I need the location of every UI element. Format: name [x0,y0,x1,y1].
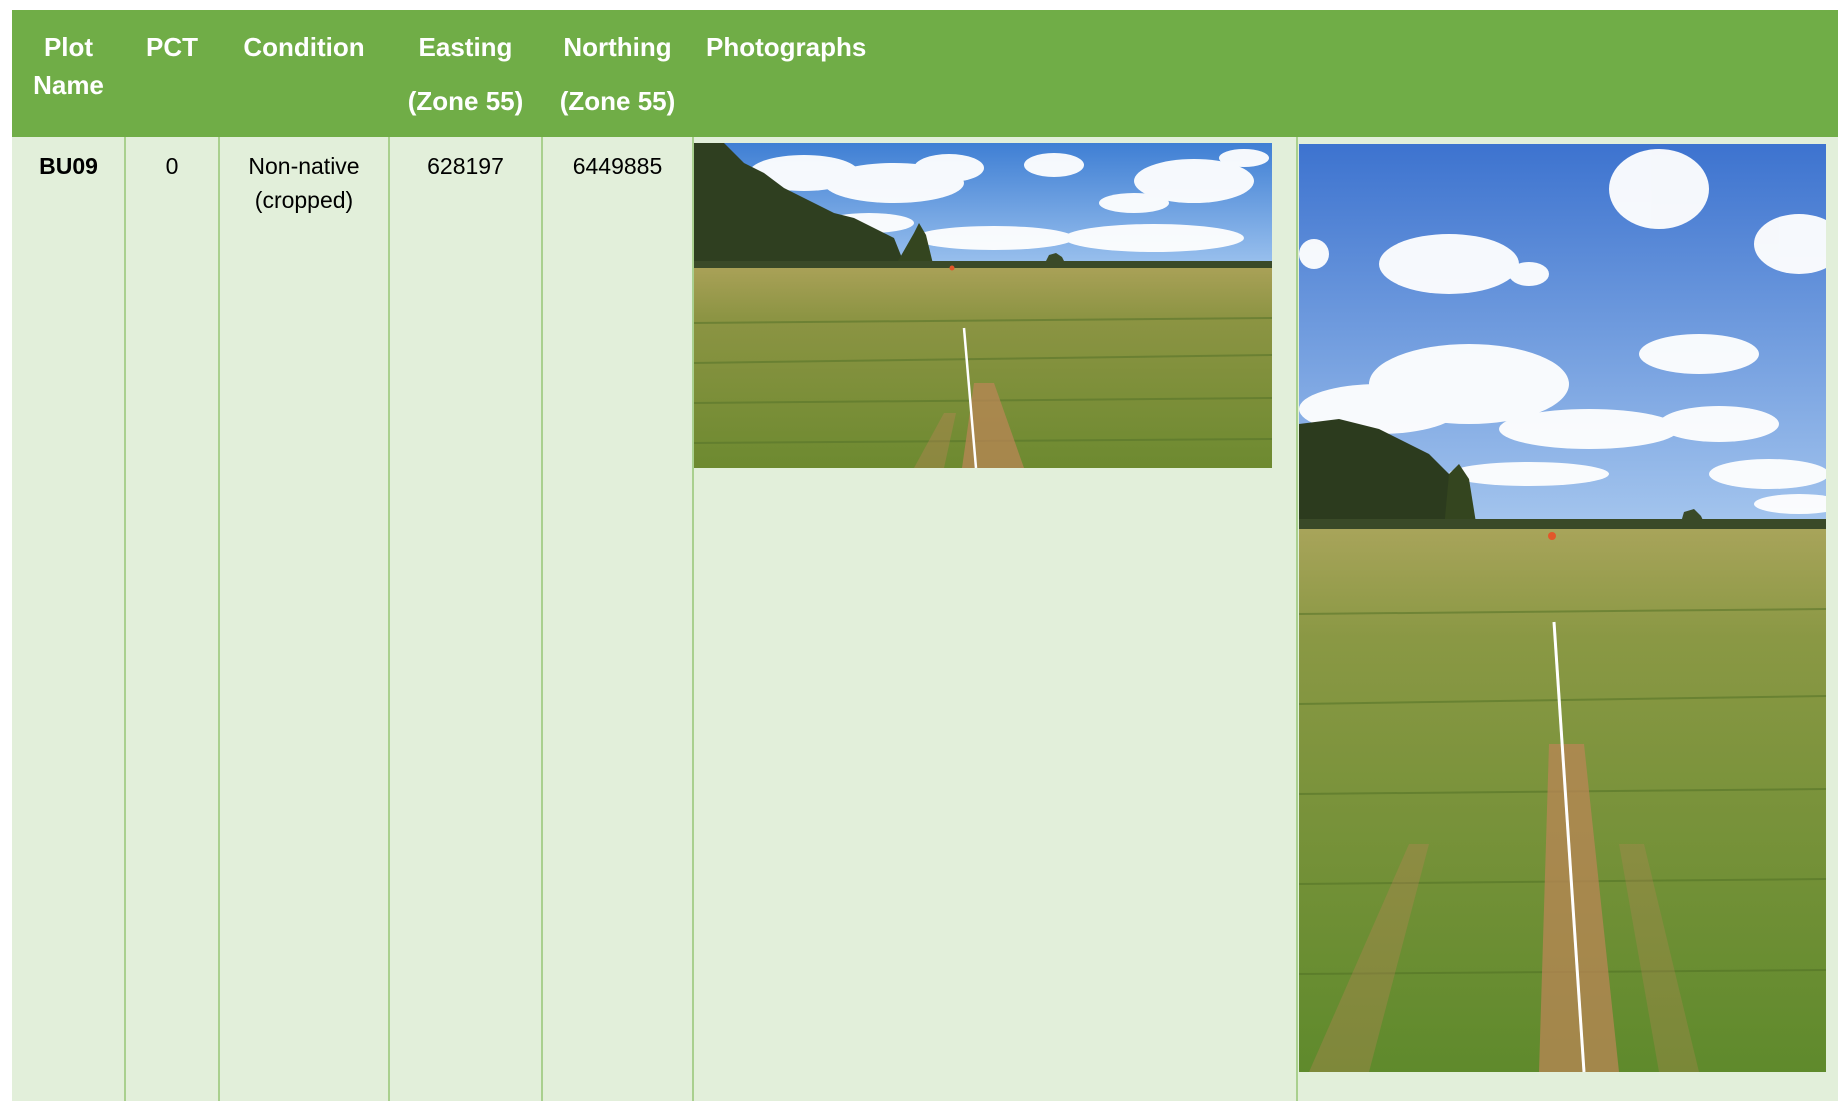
site-photograph-portrait [1299,144,1826,1072]
header-plot-name: Plot Name [33,32,104,100]
column-divider [124,137,126,1101]
column-divider [541,137,543,1101]
header-northing: Northing (Zone 55) [559,32,676,116]
column-divider [1296,137,1298,1101]
header-photographs: Photographs [706,32,867,62]
cell-plot-name: BU09 [39,153,98,179]
header-pct: PCT [146,32,198,62]
cell-easting: 628197 [427,153,504,179]
column-divider [218,137,220,1101]
cell-northing: 6449885 [572,153,663,179]
header-easting: Easting (Zone 55) [407,32,524,116]
column-divider [388,137,390,1101]
column-divider [1296,10,1298,137]
cell-pct: 0 [165,153,179,179]
header-condition: Condition [243,32,365,62]
site-photograph-landscape [694,143,1272,468]
cell-condition: Non-native (cropped) [248,153,360,213]
